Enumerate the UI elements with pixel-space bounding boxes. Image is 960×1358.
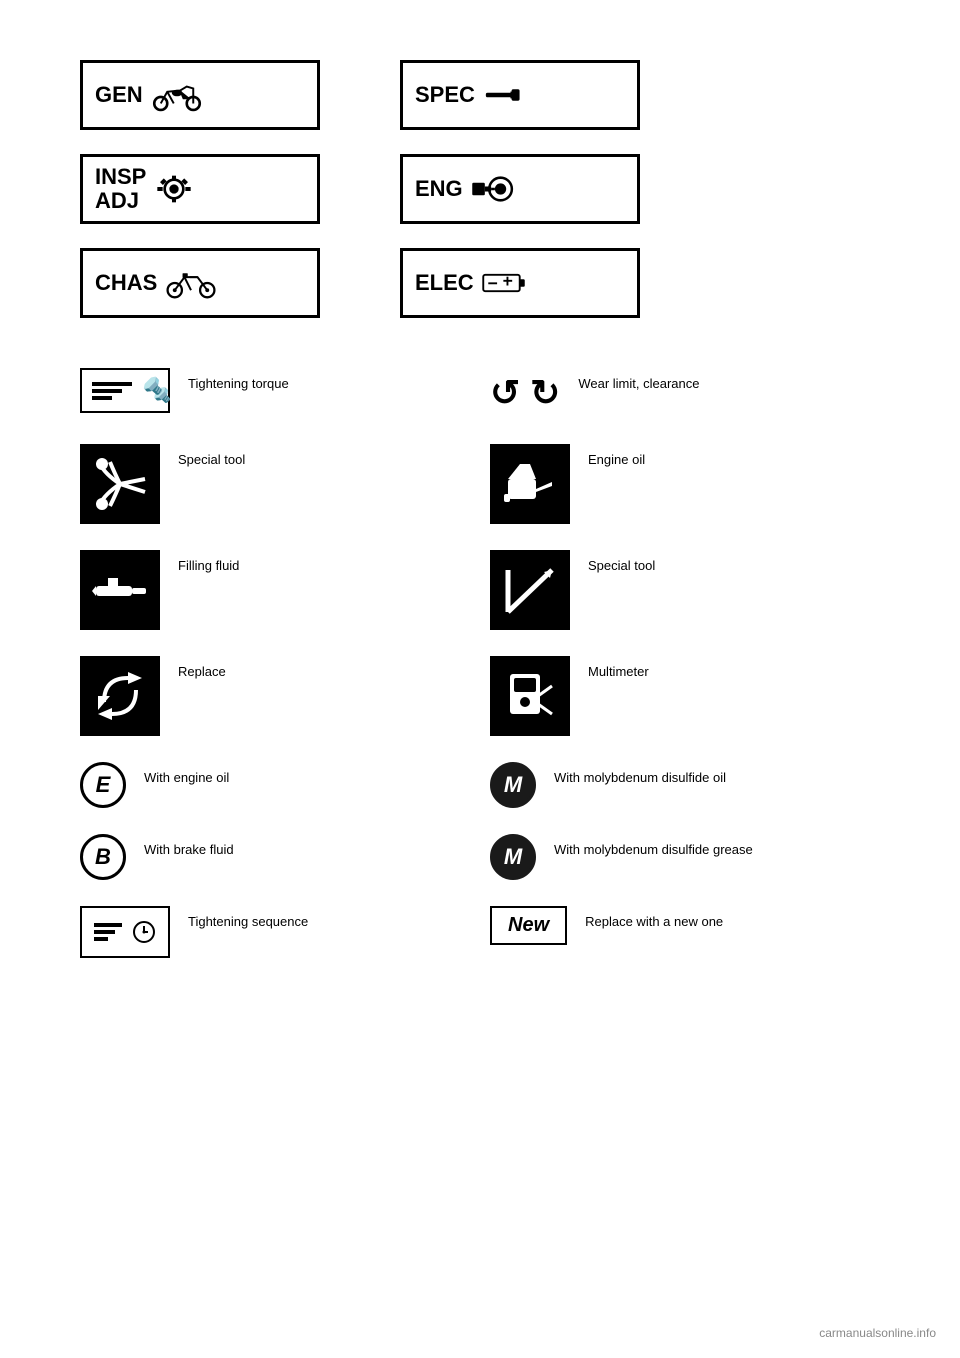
symbol-B: B With brake fluid [80,834,430,880]
engine-oil-icon [490,444,570,524]
special-tool-icon [80,444,160,524]
tighten-seq-icon [80,906,170,958]
special-tool-label: Special tool [178,444,245,470]
badge-gen-info-icon [151,77,203,113]
engine-oil-label: Engine oil [588,444,645,470]
special-tool2-label: Special tool [588,550,655,576]
legend-row-1: 🔩 Tightening torque ↺ ↻ Wear limit, clea… [80,368,880,444]
badge-spec-icon [483,80,523,110]
watermark: carmanualsonline.info [819,1326,936,1340]
multimeter-label: Multimeter [588,656,649,682]
badge-elec-icon [482,268,526,298]
symbol-special-tool: Special tool [80,444,430,524]
new-part-label: Replace with a new one [585,906,723,932]
badge-elec[interactable]: ELEC [400,248,640,318]
M1-label: With molybdenum disulfide oil [554,762,726,788]
badge-spec[interactable]: SPEC [400,60,640,130]
wear-limit-icon: ↺ ↻ [490,368,560,418]
badge-gen-info[interactable]: GEN [80,60,320,130]
symbol-M2: M With molybdenum disulfide grease [490,834,840,880]
tightening-torque-icon: 🔩 [80,368,170,413]
tightening-torque-label: Tightening torque [188,368,289,394]
section-badges: GEN SPEC [80,60,640,318]
page: GEN SPEC [0,0,960,1358]
wear-limit-label: Wear limit, clearance [578,368,699,394]
filling-fluid-icon [80,550,160,630]
legend-section: 🔩 Tightening torque ↺ ↻ Wear limit, clea… [80,368,880,984]
badge-insp-adj-text: INSPADJ [95,165,146,213]
M1-icon: M [490,762,536,808]
multimeter-icon [490,656,570,736]
legend-row-3: Filling fluid Special tool [80,550,880,656]
symbol-wear-limit: ↺ ↻ Wear limit, clearance [490,368,840,418]
symbol-tightening-torque: 🔩 Tightening torque [80,368,430,418]
badge-eng-text: ENG [415,177,463,201]
badge-chas[interactable]: CHAS [80,248,320,318]
symbol-M1: M With molybdenum disulfide oil [490,762,840,808]
E-label: With engine oil [144,762,229,788]
badge-insp-adj-icon [154,171,194,207]
M2-icon: M [490,834,536,880]
badge-insp-adj[interactable]: INSPADJ [80,154,320,224]
badge-eng[interactable]: ENG [400,154,640,224]
symbol-new-part: New Replace with a new one [490,906,840,958]
badge-eng-icon [471,171,515,207]
special-tool2-icon [490,550,570,630]
symbol-filling-fluid: Filling fluid [80,550,430,630]
E-icon: E [80,762,126,808]
B-label: With brake fluid [144,834,234,860]
legend-row-2: Special tool Engine oil [80,444,880,550]
new-part-icon: New [490,906,567,945]
legend-row-6: B With brake fluid M With molybdenum dis… [80,834,880,906]
replace-label: Replace [178,656,226,682]
legend-row-4: Replace [80,656,880,762]
badge-elec-text: ELEC [415,271,474,295]
legend-row-5: E With engine oil M With molybdenum disu… [80,762,880,834]
badge-chas-icon [165,265,217,301]
tighten-seq-label: Tightening sequence [188,906,308,932]
legend-row-7: Tightening sequence New Replace with a n… [80,906,880,984]
symbol-engine-oil: Engine oil [490,444,840,524]
M2-label: With molybdenum disulfide grease [554,834,753,860]
replace-icon [80,656,160,736]
B-icon: B [80,834,126,880]
badge-spec-text: SPEC [415,83,475,107]
symbol-E: E With engine oil [80,762,430,808]
symbol-multimeter: Multimeter [490,656,840,736]
badge-chas-text: CHAS [95,271,157,295]
filling-fluid-label: Filling fluid [178,550,239,576]
symbol-tighten-seq: Tightening sequence [80,906,430,958]
symbol-replace: Replace [80,656,430,736]
badge-gen-info-text: GEN [95,83,143,107]
symbol-special-tool2: Special tool [490,550,840,630]
